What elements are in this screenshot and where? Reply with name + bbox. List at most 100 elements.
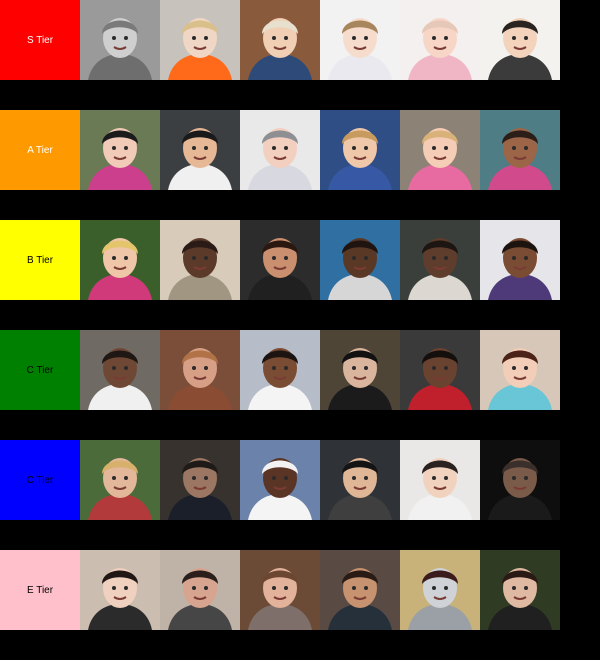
eye-left [192, 366, 196, 370]
eye-right [284, 256, 288, 260]
eye-right [444, 366, 448, 370]
tier-item-photo[interactable] [480, 220, 560, 300]
eye-right [284, 476, 288, 480]
tier-item-photo[interactable] [480, 550, 560, 630]
tier-item-photo[interactable] [80, 550, 160, 630]
tier-label[interactable]: B Tier [0, 220, 80, 300]
tier-label[interactable]: A Tier [0, 110, 80, 190]
eye-left [112, 146, 116, 150]
tier-item-photo[interactable] [240, 550, 320, 630]
eye-left [512, 586, 516, 590]
eye-left [512, 146, 516, 150]
eye-left [432, 256, 436, 260]
tier-label[interactable]: C Tier [0, 440, 80, 520]
tier-item-photo[interactable] [240, 330, 320, 410]
eye-left [192, 256, 196, 260]
eye-right [444, 476, 448, 480]
tier-item-photo[interactable] [80, 330, 160, 410]
eye-left [512, 476, 516, 480]
tier-item-photo[interactable] [240, 220, 320, 300]
tier-item-photo[interactable] [240, 110, 320, 190]
tier-item-photo[interactable] [240, 440, 320, 520]
eye-left [512, 36, 516, 40]
tier-label[interactable]: C Tier [0, 330, 80, 410]
eye-left [432, 476, 436, 480]
tier-item-photo[interactable] [480, 330, 560, 410]
eye-left [272, 256, 276, 260]
eye-right [124, 366, 128, 370]
tier-item-photo[interactable] [400, 330, 480, 410]
eye-left [352, 586, 356, 590]
tier-item-photo[interactable] [400, 440, 480, 520]
eye-right [204, 366, 208, 370]
eye-right [204, 36, 208, 40]
portrait-image [480, 440, 560, 520]
tier-item-photo[interactable] [400, 110, 480, 190]
portrait-image [320, 220, 400, 300]
tier-row: C Tier [0, 330, 600, 410]
portrait-image [400, 0, 480, 80]
eye-right [204, 476, 208, 480]
portrait-image [80, 110, 160, 190]
tier-item-photo[interactable] [480, 440, 560, 520]
eye-right [124, 256, 128, 260]
eye-left [112, 366, 116, 370]
eye-right [124, 146, 128, 150]
portrait-image [400, 220, 480, 300]
portrait-image [320, 0, 400, 80]
tier-item-photo[interactable] [80, 110, 160, 190]
tier-item-photo[interactable] [320, 110, 400, 190]
tier-item-photo[interactable] [320, 220, 400, 300]
tier-item-photo[interactable] [320, 330, 400, 410]
tier-item-photo[interactable] [80, 0, 160, 80]
portrait-image [400, 330, 480, 410]
eye-right [124, 586, 128, 590]
eye-left [352, 476, 356, 480]
eye-left [112, 476, 116, 480]
tier-item-photo[interactable] [160, 330, 240, 410]
portrait-image [400, 550, 480, 630]
tier-item-photo[interactable] [400, 550, 480, 630]
portrait-image [160, 330, 240, 410]
eye-left [192, 36, 196, 40]
eye-left [432, 586, 436, 590]
tier-item-photo[interactable] [400, 0, 480, 80]
tier-item-photo[interactable] [160, 110, 240, 190]
tier-item-photo[interactable] [320, 550, 400, 630]
tier-label[interactable]: S Tier [0, 0, 80, 80]
tier-item-photo[interactable] [80, 220, 160, 300]
tier-item-photo[interactable] [240, 0, 320, 80]
eye-left [272, 36, 276, 40]
tier-item-photo[interactable] [160, 220, 240, 300]
tier-item-photo[interactable] [480, 110, 560, 190]
portrait-image [240, 330, 320, 410]
tier-item-photo[interactable] [320, 440, 400, 520]
portrait-image [480, 110, 560, 190]
eye-left [432, 146, 436, 150]
portrait-image [400, 110, 480, 190]
eye-right [364, 476, 368, 480]
tier-item-photo[interactable] [320, 0, 400, 80]
eye-left [112, 256, 116, 260]
tier-item-photo[interactable] [480, 0, 560, 80]
eye-right [204, 146, 208, 150]
eye-right [524, 36, 528, 40]
eye-left [192, 146, 196, 150]
tier-item-photo[interactable] [400, 220, 480, 300]
tier-item-photo[interactable] [80, 440, 160, 520]
tier-item-photo[interactable] [160, 550, 240, 630]
portrait-image [320, 550, 400, 630]
eye-right [364, 146, 368, 150]
eye-right [204, 586, 208, 590]
eye-left [352, 256, 356, 260]
eye-left [272, 476, 276, 480]
eye-left [432, 366, 436, 370]
tier-item-photo[interactable] [160, 0, 240, 80]
portrait-image [160, 550, 240, 630]
tier-label[interactable]: E Tier [0, 550, 80, 630]
tier-item-photo[interactable] [160, 440, 240, 520]
eye-right [284, 36, 288, 40]
portrait-image [160, 440, 240, 520]
eye-right [444, 36, 448, 40]
eye-right [364, 586, 368, 590]
